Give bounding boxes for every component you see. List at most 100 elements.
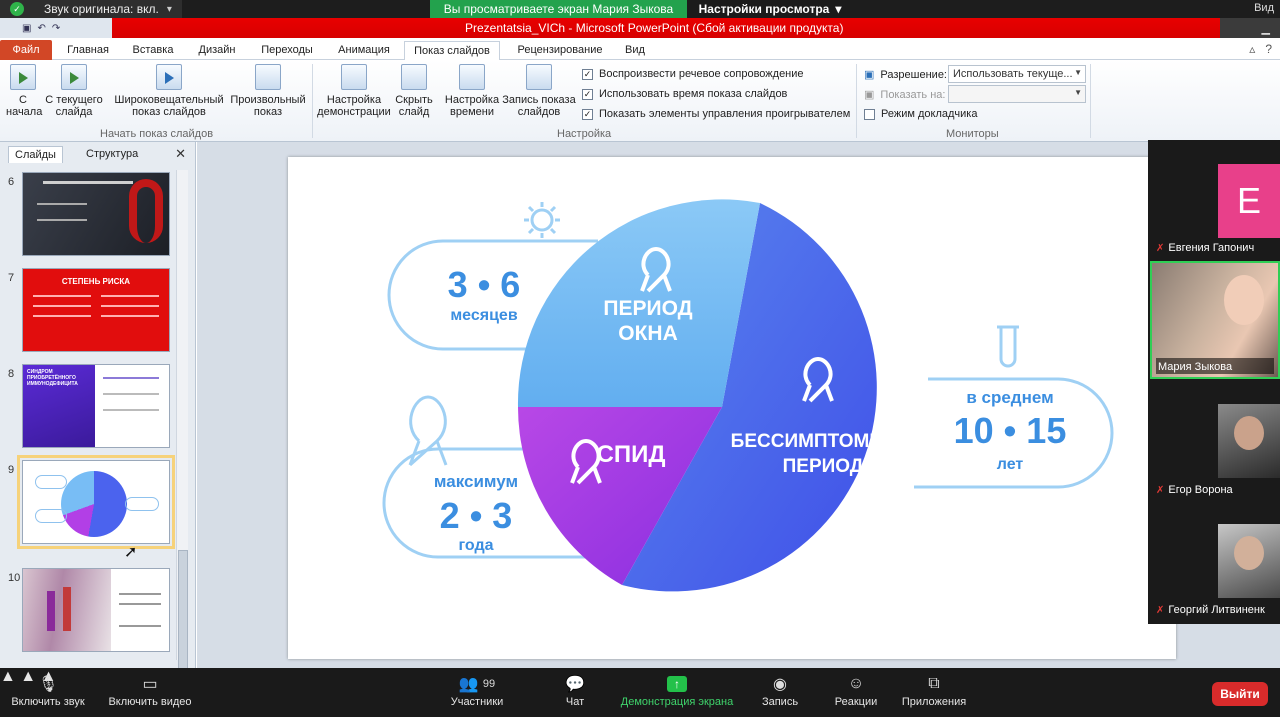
text-line: [43, 181, 133, 184]
custom-show-button[interactable]: Произвольный показ: [228, 64, 308, 118]
slide-thumbnail-9[interactable]: [17, 455, 175, 549]
tab-outline[interactable]: Структура: [80, 146, 144, 163]
tab-slides[interactable]: Слайды: [8, 146, 63, 163]
close-icon[interactable]: ✕: [175, 146, 186, 162]
reactions-button[interactable]: ☺ Реакции: [832, 672, 880, 708]
tab-design[interactable]: Дизайн: [192, 40, 242, 60]
group-label-setup: Настройка: [557, 128, 612, 140]
rehearse-timings-label: Настройка времени: [444, 94, 500, 118]
presenter-view-checkbox[interactable]: Режим докладчика: [864, 108, 977, 120]
chat-label: Чат: [565, 696, 585, 708]
start-from-beginning-button[interactable]: С начала: [4, 64, 42, 118]
rehearse-timings-button[interactable]: Настройка времени: [444, 64, 500, 118]
view-settings-button[interactable]: Настройки просмотра ▾: [690, 0, 850, 18]
text-line: [119, 603, 161, 605]
from-current-slide-button[interactable]: С текущего слайда: [44, 64, 104, 118]
redo-icon[interactable]: ↷: [52, 23, 60, 34]
maximum-label: максимум: [434, 472, 518, 491]
help-icon[interactable]: ?: [1265, 42, 1272, 56]
viewing-screen-banner: Вы просматриваете экран Мария Зыкова: [430, 0, 687, 18]
apps-button[interactable]: ⧉ Приложения: [900, 672, 968, 708]
maximum-years-value: 2 • 3: [440, 495, 513, 536]
show-controls-checkbox[interactable]: ✓ Показать элементы управления проигрыва…: [582, 108, 850, 120]
undo-icon[interactable]: ↶: [37, 23, 45, 34]
slide-thumbnail-8[interactable]: СИНДРОМ ПРИОБРЕТЁННОГО ИММУНОДЕФИЦИТА: [22, 364, 170, 448]
custom-show-label: Произвольный показ: [230, 94, 306, 118]
record-button[interactable]: ◉ Запись: [760, 672, 800, 708]
mini-pie-chart: [61, 471, 127, 537]
tab-transitions[interactable]: Переходы: [254, 40, 320, 60]
slide-canvas[interactable]: 3 • 6 месяцев ПЕРИОД ОКНА СПИД БЕССИМПТО…: [288, 157, 1176, 659]
participants-label: Участники: [450, 696, 504, 708]
title-bar: ▣ ↶ ↷ Prezentatsia_VICh - Microsoft Powe…: [0, 18, 1280, 38]
play-narrations-label: Воспроизвести речевое сопровождение: [599, 68, 804, 80]
share-screen-label: Демонстрация экрана: [620, 696, 734, 708]
slides-pane-scrollbar[interactable]: [176, 170, 188, 670]
participants-button[interactable]: 👥 99 Участники: [448, 672, 506, 708]
mini-pill: [125, 497, 159, 511]
virus-icon: [524, 202, 560, 238]
save-icon[interactable]: ▣: [22, 23, 31, 34]
mini-pill: [35, 475, 67, 489]
chat-button[interactable]: 💬 Чат: [560, 672, 590, 708]
show-on-dropdown[interactable]: ▼: [948, 85, 1086, 103]
window-controls[interactable]: ▁: [1220, 18, 1280, 38]
participant-tile[interactable]: E ✗ Евгения Гапонич: [1150, 140, 1280, 258]
meeting-toolbar: 🎙 Включить звук ▲ ▭ Включить видео ▲ 👥 99…: [0, 668, 1280, 717]
participants-icon: 👥 99: [458, 676, 496, 693]
slide-number: 8: [8, 368, 15, 380]
checkbox-checked: ✓: [582, 88, 593, 100]
hide-slide-button[interactable]: Скрыть слайд: [394, 64, 434, 118]
use-timings-checkbox[interactable]: ✓ Использовать время показа слайдов: [582, 88, 787, 100]
play-from-current-icon: [61, 64, 87, 90]
average-years-value: 10 • 15: [954, 410, 1067, 451]
setup-show-icon: [341, 64, 367, 90]
video-off-icon: ▭: [142, 676, 158, 693]
tab-insert[interactable]: Вставка: [126, 40, 180, 60]
slide-thumbnail-6[interactable]: [22, 172, 170, 256]
tab-review[interactable]: Рецензирование: [510, 40, 610, 60]
participant-tile[interactable]: ✗ Егор Ворона: [1150, 382, 1280, 500]
broadcast-label: Широковещательный показ слайдов: [114, 94, 224, 118]
hide-slide-icon: [401, 64, 427, 90]
text-line: [103, 393, 159, 395]
slide-thumbnail-10[interactable]: [22, 568, 170, 652]
checkbox-checked: ✓: [582, 108, 593, 120]
participant-tile[interactable]: ✗ Георгий Литвиненк: [1150, 502, 1280, 620]
unmute-button[interactable]: 🎙 Включить звук: [10, 672, 86, 708]
tab-slide-show[interactable]: Показ слайдов: [404, 41, 500, 61]
view-menu-button[interactable]: Вид: [1254, 2, 1274, 14]
tab-view[interactable]: Вид: [620, 40, 650, 60]
quick-access-toolbar[interactable]: ▣ ↶ ↷: [0, 18, 112, 38]
resolution-text: Разрешение:: [880, 68, 947, 81]
record-show-button[interactable]: Запись показа слайдов: [502, 64, 576, 118]
face: [1234, 536, 1264, 570]
slide-thumbnail-7[interactable]: СТЕПЕНЬ РИСКА: [22, 268, 170, 352]
scrollbar-thumb[interactable]: [178, 550, 188, 670]
tab-animation[interactable]: Анимация: [332, 40, 396, 60]
text-line: [103, 377, 159, 379]
resolution-dropdown[interactable]: Использовать текуще... ▼: [948, 65, 1086, 83]
share-screen-icon: ↑: [667, 672, 687, 696]
minimize-icon[interactable]: ▁: [1262, 22, 1270, 35]
broadcast-button[interactable]: Широковещательный показ слайдов: [112, 64, 226, 118]
share-screen-button[interactable]: ↑ Демонстрация экрана: [618, 672, 736, 708]
tab-file[interactable]: Файл: [0, 40, 52, 60]
group-label-monitors: Мониторы: [946, 128, 999, 140]
text-line: [103, 409, 159, 411]
start-video-button[interactable]: ▭ Включить видео: [106, 672, 194, 708]
original-sound-toggle[interactable]: ✓ Звук оригинала: вкл. ▾: [0, 0, 182, 18]
participant-tile-active[interactable]: Мария Зыкова: [1150, 261, 1280, 379]
awareness-ribbon-icon: [408, 395, 448, 467]
play-narrations-checkbox[interactable]: ✓ Воспроизвести речевое сопровождение: [582, 68, 804, 80]
minimize-ribbon-icon[interactable]: ▵: [1249, 42, 1255, 56]
presenter-view-label: Режим докладчика: [881, 108, 978, 120]
leave-meeting-button[interactable]: Выйти: [1212, 682, 1268, 706]
muted-mic-icon: 🎙: [37, 676, 59, 693]
slide-editor: 3 • 6 месяцев ПЕРИОД ОКНА СПИД БЕССИМПТО…: [197, 142, 1280, 668]
record-icon: ◉: [773, 676, 787, 693]
aids-title: СПИД: [597, 441, 666, 468]
slide-number: 9: [8, 464, 15, 476]
setup-show-button[interactable]: Настройка демонстрации: [316, 64, 392, 118]
tab-home[interactable]: Главная: [62, 40, 114, 60]
